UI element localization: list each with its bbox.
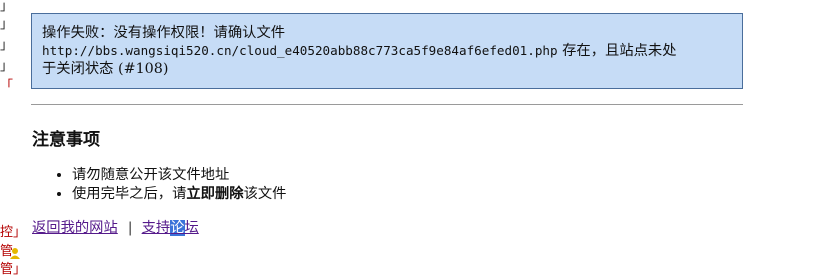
note-item-2-prefix: 使用完毕之后，请	[72, 186, 187, 202]
error-line-1: 操作失败：没有操作权限！请确认文件	[42, 25, 286, 41]
note-item-1: 请勿随意公开该文件地址	[72, 166, 286, 185]
footer-links: 返回我的网站 | 支持论坛	[32, 218, 199, 238]
left-fragment-4: 」	[0, 59, 14, 74]
left-fragment-red-bar: 「	[0, 79, 14, 94]
left-fragment-3: 」	[0, 38, 14, 53]
left-fragment-5[interactable]: 控」	[0, 226, 26, 240]
return-to-my-site-link[interactable]: 返回我的网站	[32, 220, 118, 236]
note-item-2: 使用完毕之后，请立即删除该文件	[72, 185, 286, 204]
support-link-part-2: 坛	[184, 220, 199, 236]
left-fragment-1: 」	[0, 0, 14, 14]
selected-text-highlight: 论	[170, 220, 185, 236]
support-link-part-1: 支持	[141, 220, 171, 236]
error-file-url: http://bbs.wangsiqi520.cn/cloud_e40520ab…	[42, 43, 558, 58]
notes-heading: 注意事项	[32, 130, 100, 150]
user-icon	[10, 248, 20, 259]
left-fragment-7[interactable]: 管」	[0, 263, 26, 277]
error-line-2-tail: 存在，且站点未处	[557, 43, 677, 59]
support-forum-link[interactable]: 支持论坛	[142, 220, 199, 236]
note-item-2-bold: 立即删除	[186, 186, 244, 202]
note-item-1-text: 请勿随意公开该文件地址	[72, 167, 230, 183]
error-line-3: 于关闭状态 (#108)	[42, 61, 169, 77]
left-fragment-2: 」	[0, 17, 14, 32]
link-separator: |	[127, 220, 133, 236]
error-message-box: 操作失败：没有操作权限！请确认文件 http://bbs.wangsiqi520…	[31, 13, 743, 89]
note-item-2-suffix: 该文件	[243, 186, 287, 202]
notes-list: 请勿随意公开该文件地址 使用完毕之后，请立即删除该文件	[32, 166, 286, 204]
page: 」 」 」 」 「 控」 管 管」 操作失败：没有操作权限！请确认文件 http…	[0, 0, 825, 279]
horizontal-divider	[31, 104, 743, 105]
